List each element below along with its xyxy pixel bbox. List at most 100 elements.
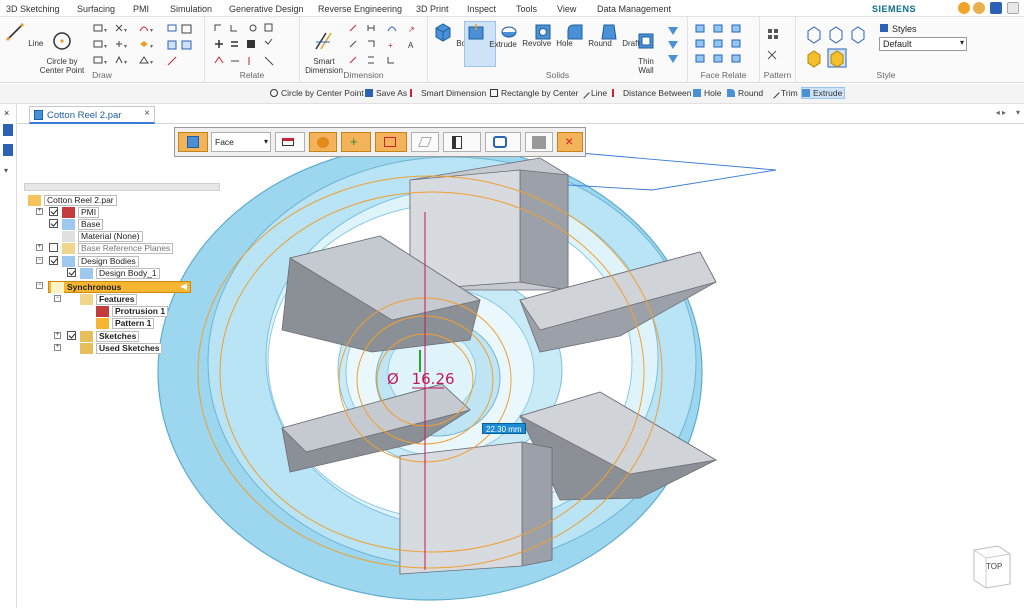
protrusion-icon [96, 306, 109, 317]
menu-data-management[interactable]: Data Management [597, 4, 671, 14]
color-option-button[interactable] [275, 132, 305, 152]
expand-used-sketches-icon[interactable]: + [54, 344, 61, 351]
feedback-icon[interactable] [973, 2, 985, 14]
qa-round[interactable]: Round [727, 88, 763, 98]
box-icon [435, 23, 451, 42]
thin-wall-button[interactable]: Thin Wall [630, 21, 662, 75]
menu-3d-sketching[interactable]: 3D Sketching [6, 4, 60, 14]
menu-tools[interactable]: Tools [516, 4, 537, 14]
qa-line[interactable]: Line [578, 87, 607, 99]
close-icon[interactable]: × [4, 108, 9, 118]
side-option-button[interactable] [443, 132, 481, 152]
step-icon [317, 137, 329, 148]
style-tools-icons[interactable] [804, 25, 874, 69]
qa-hole[interactable]: Hole [693, 88, 721, 98]
qa-smart-dimension[interactable]: Smart Dimension [410, 88, 486, 98]
finish-option-button[interactable] [525, 132, 553, 152]
save-icon [365, 89, 373, 97]
draw-tools-icons[interactable]: ▾ ▾ ▾ ▾ ▾ ▾ ▾ ▾ ▾ [92, 23, 200, 71]
cancel-button[interactable]: × [557, 132, 583, 152]
rectangle-icon [490, 89, 498, 97]
qa-label: Hole [704, 88, 722, 98]
smart-dimension-button[interactable]: Smart Dimension [304, 21, 344, 75]
pathfinder-icon[interactable] [3, 124, 13, 136]
pmi-icon [62, 207, 75, 218]
window-options-icon[interactable] [1007, 2, 1019, 14]
select-type-button[interactable] [178, 132, 208, 152]
styles-dropdown[interactable]: Default ▾ [879, 37, 967, 51]
design-bodies-checkbox[interactable] [49, 256, 58, 265]
qa-rectangle-by-center[interactable]: Rectangle by Center [490, 88, 579, 98]
menu-pmi[interactable]: PMI [133, 4, 149, 14]
chevron-down-icon[interactable]: ▾ [4, 166, 8, 175]
smiley-icon[interactable] [958, 2, 970, 14]
sketches-checkbox[interactable] [67, 331, 76, 340]
qa-extrude[interactable]: Extrude [800, 87, 846, 99]
tree-node-synchronous[interactable]: Synchronous ◀ [48, 281, 191, 293]
extrude-icon [468, 24, 484, 40]
step-option-button[interactable] [309, 132, 337, 152]
hole-button[interactable]: Hole [532, 21, 573, 48]
qa-circle-by-center-point[interactable]: Circle by Center Point [270, 88, 364, 98]
menu-surfacing[interactable]: Surfacing [77, 4, 115, 14]
qa-label: Smart Dimension [421, 88, 487, 98]
menu-inspect[interactable]: Inspect [467, 4, 496, 14]
expand-sketches-icon[interactable]: + [54, 332, 61, 339]
tab-list-icon[interactable]: ▾ [1016, 108, 1020, 117]
draft-button[interactable]: Draft [598, 21, 640, 48]
graphics-viewport[interactable]: Face ▾ + × Cotton Reel 2.par + PMI Base … [17, 124, 1024, 608]
expand-pmi-icon[interactable]: + [36, 208, 43, 215]
keypoint-icon [493, 136, 507, 148]
menu-generative-design[interactable]: Generative Design [229, 4, 304, 14]
base-checkbox[interactable] [49, 219, 58, 228]
expand-design-bodies-icon[interactable]: − [36, 257, 43, 264]
qa-trim[interactable]: Trim [768, 87, 798, 99]
box-button[interactable]: Box [432, 21, 470, 48]
face-relate-tools-icons[interactable] [694, 23, 756, 67]
pmi-checkbox[interactable] [49, 207, 58, 216]
tree-label: Synchronous [67, 282, 122, 292]
menu-3d-print[interactable]: 3D Print [416, 4, 449, 14]
expand-ref-planes-icon[interactable]: + [36, 244, 43, 251]
search-icon[interactable] [3, 144, 13, 156]
line-button[interactable]: Line [4, 21, 43, 48]
pattern-tools-icons[interactable] [766, 27, 790, 63]
svg-text:▾: ▾ [150, 28, 153, 34]
menu-reverse-engineering[interactable]: Reverse Engineering [318, 4, 402, 14]
extrude-button[interactable]: Extrude [464, 21, 517, 67]
treatment-option-button[interactable] [411, 132, 439, 152]
keypoint-option-button[interactable] [485, 132, 521, 152]
tree-header-grip[interactable] [24, 183, 220, 191]
spoke-top-side[interactable] [519, 169, 569, 291]
expand-synchronous-icon[interactable]: − [36, 282, 43, 289]
circle-by-center-point-button[interactable]: Circle by Center Point [36, 21, 88, 75]
add-option-button[interactable]: + [341, 132, 371, 152]
revolve-button[interactable]: Revolve [498, 21, 551, 48]
spoke-bottom-side[interactable] [521, 441, 553, 567]
menu-simulation[interactable]: Simulation [170, 4, 212, 14]
ref-planes-checkbox[interactable] [49, 243, 58, 252]
round-button[interactable]: Round [564, 21, 612, 48]
close-tab-icon[interactable]: × [144, 108, 150, 119]
round-icon [727, 89, 735, 97]
tree-label: Protrusion 1 [112, 306, 169, 317]
qa-save-as[interactable]: Save As [365, 88, 407, 98]
view-cube[interactable]: TOP [968, 542, 1014, 590]
solids-more-icons[interactable] [666, 25, 684, 65]
tab-scroll-icon[interactable]: ◂ ▸ [996, 108, 1006, 117]
relate-tools-icons[interactable] [213, 23, 293, 71]
selection-type-dropdown[interactable]: Face ▾ [211, 132, 271, 152]
design-body-checkbox[interactable] [67, 268, 76, 277]
sketch-plane-outline[interactable] [567, 151, 777, 191]
help-icon[interactable] [990, 2, 1002, 14]
planes-icon [62, 243, 75, 254]
expand-features-icon[interactable]: − [54, 295, 61, 302]
extent-option-button[interactable] [375, 132, 407, 152]
dynamic-dimension-input[interactable]: 22.30 mm [482, 423, 526, 434]
document-tab[interactable]: Cotton Reel 2.par × [29, 106, 155, 124]
dimension-tools-icons[interactable]: ↗ + A [348, 23, 424, 71]
qa-distance-between[interactable]: Distance Between [612, 88, 692, 98]
diameter-value: 16.26 [411, 370, 455, 388]
menu-view[interactable]: View [557, 4, 576, 14]
diameter-dimension[interactable]: Ø 16.26 [387, 370, 455, 388]
